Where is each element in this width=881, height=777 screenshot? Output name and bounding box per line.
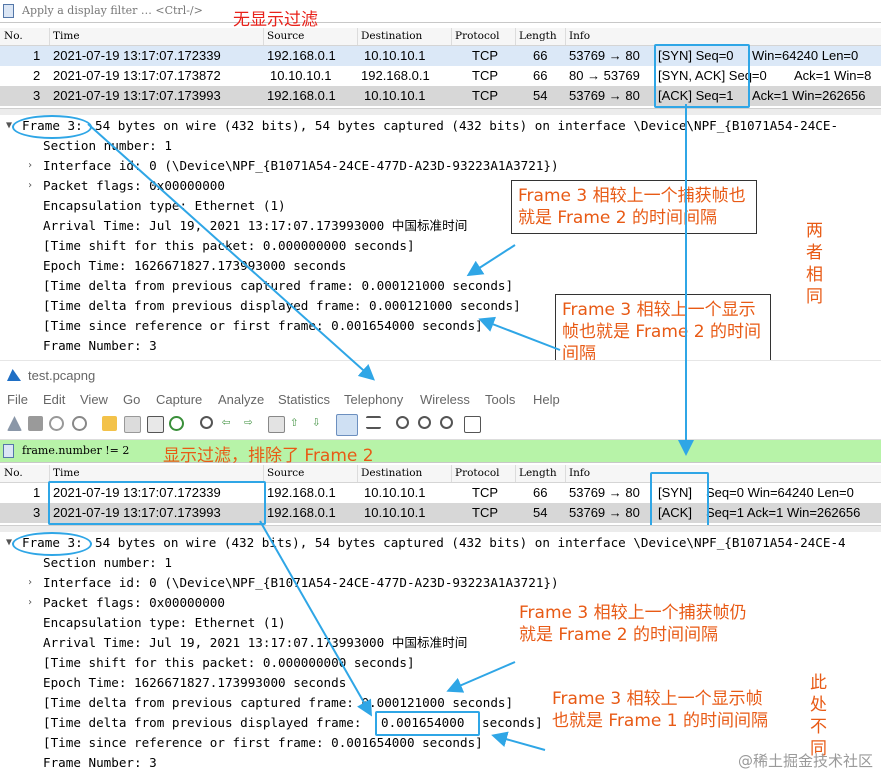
annotation-arrows (87, 104, 694, 751)
arrow-callout2-bottom (491, 731, 546, 751)
arrow-frame-to-time (87, 123, 375, 381)
watermark: @稀土掘金技术社区 (737, 752, 873, 770)
arrow-callout2-top (478, 316, 561, 351)
arrow-callout1-bottom (446, 661, 516, 693)
arrow-callout1-top (466, 244, 516, 277)
arrow-time-down (259, 520, 372, 717)
